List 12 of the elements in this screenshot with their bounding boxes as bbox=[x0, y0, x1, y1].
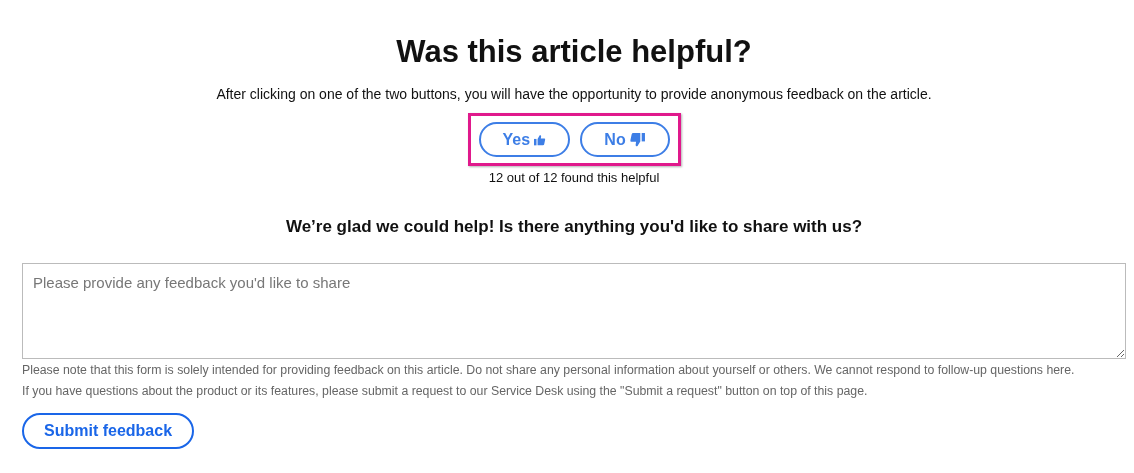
feedback-field[interactable]: Please provide any feedback you'd like to share bbox=[22, 263, 1126, 359]
vote-count: 12 out of 12 found this helpful bbox=[488, 170, 660, 185]
note-text: Please note that this form is solely intended for providing feedback on this article. Do not share any personal information about yourself or others. We cannot respond to follow-up questions here. bbox=[22, 362, 1076, 379]
intro-text: After clicking on one of the two buttons, you will have the opportunity to provide anonymous feedback on the article. bbox=[216, 85, 932, 103]
no-button[interactable]: No bbox=[579, 122, 670, 157]
thumbs-down-icon bbox=[629, 132, 645, 147]
submit-button[interactable]: Submit feedback bbox=[22, 413, 195, 449]
yes-button[interactable]: Yes bbox=[478, 122, 570, 157]
thumbs-up-icon bbox=[534, 132, 546, 147]
note-text: If you have questions about the product or its features, please submit a request to our Service Desk using the "Submit a request" button on top of this page. bbox=[22, 383, 869, 400]
heading: Was this article helpful? bbox=[396, 33, 752, 71]
follow-up-question: We’re glad we could help! Is there anything you'd like to share with us? bbox=[285, 217, 863, 237]
